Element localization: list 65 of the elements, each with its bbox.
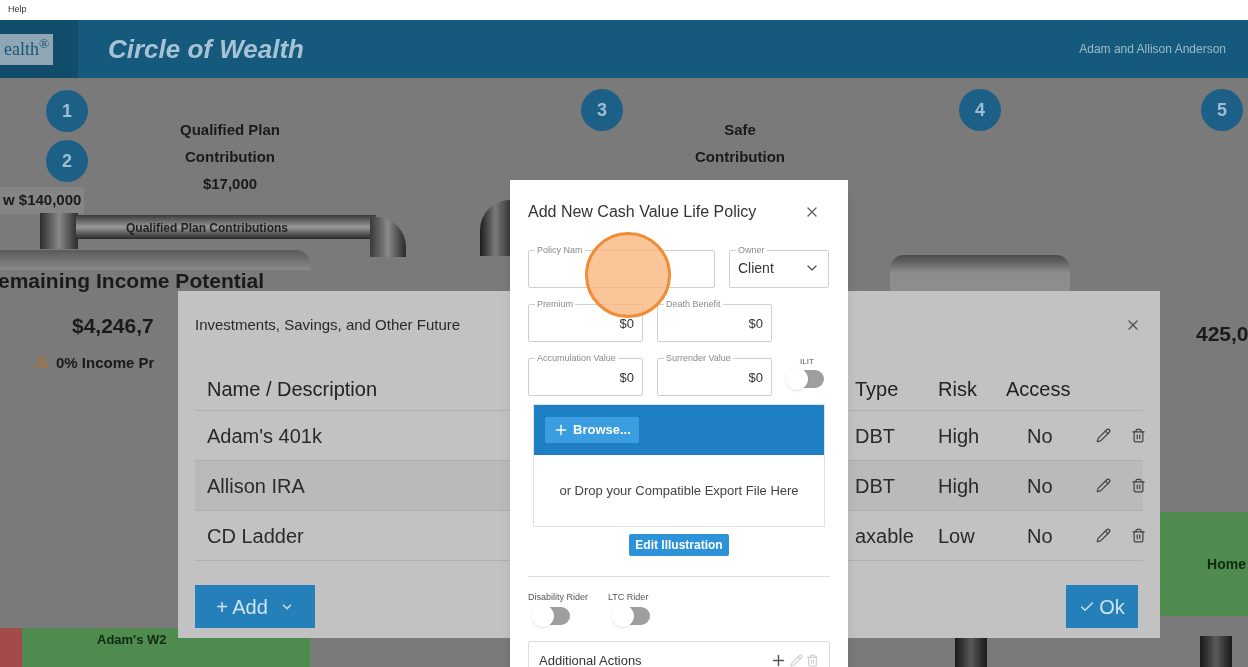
step-badge[interactable]: 5	[1201, 89, 1243, 131]
contribution-label: $17,000	[202, 174, 258, 194]
table-cell-text: CD Ladder	[207, 523, 304, 549]
edit-icon[interactable]	[1096, 478, 1111, 493]
amount-label: 425,0	[1196, 321, 1248, 347]
table-cell-text: DBT	[855, 423, 896, 449]
income-warning: 0% Income Pr	[56, 353, 155, 373]
remaining-income-amount: $4,246,7	[72, 313, 154, 339]
file-drop-area[interactable]: Browse... or Drop your Compatible Export File Here	[533, 404, 825, 528]
ok-button[interactable]: Ok	[1066, 585, 1138, 628]
browse-button[interactable]: Browse...	[545, 417, 639, 443]
step-badge[interactable]: 3	[581, 89, 623, 131]
logo: ealth$^{®}$	[0, 33, 54, 65]
menu-item[interactable]: Help	[8, 3, 27, 17]
toggle-label: ILIT	[800, 356, 814, 368]
delete-icon[interactable]	[1131, 528, 1146, 543]
table-cell-text: No	[1026, 523, 1054, 549]
toggle-label: Disability Rider	[528, 590, 589, 604]
table-cell-text: DBT	[855, 473, 896, 499]
table-cell-text: No	[1026, 473, 1054, 499]
surrender-value-field[interactable]: Surrender Value $0	[657, 354, 772, 396]
pipe-drawing	[955, 636, 987, 667]
delete-icon[interactable]	[1131, 428, 1146, 443]
accumulation-value-field[interactable]: Accumulation Value $0	[528, 354, 643, 396]
table-cell-text: No	[1026, 423, 1054, 449]
column-header: Access	[1006, 376, 1071, 402]
step-badge[interactable]: 1	[46, 90, 88, 132]
drop-hint: or Drop your Compatible Export File Here	[559, 481, 799, 500]
owner-select[interactable]: Owner Client	[729, 246, 829, 288]
contribution-label: Safe	[724, 120, 756, 140]
toggle-label: LTC Rider	[608, 590, 649, 604]
contribution-label: Contribution	[185, 147, 275, 167]
delete-icon[interactable]	[1131, 478, 1146, 493]
column-header: Type	[855, 376, 899, 402]
home-label: Home	[1207, 554, 1246, 574]
w2-label: Adam's W2	[97, 631, 167, 649]
income-amount: w $140,000	[0, 187, 85, 214]
table-cell-text: High	[938, 473, 981, 499]
add-button[interactable]: + Add	[195, 585, 315, 628]
column-header: Name / Description	[207, 376, 378, 402]
bar-segment	[0, 628, 22, 667]
pipe-drawing	[1200, 636, 1232, 667]
table-cell-text: Low	[938, 523, 976, 549]
dialog-title: Add New Cash Value Life Policy	[528, 202, 757, 222]
panel-title: Additional Actions	[539, 651, 642, 667]
contribution-label: Contribution	[695, 147, 785, 167]
edit-icon[interactable]	[1096, 528, 1111, 543]
pipe-label: Qualified Plan Contributions	[126, 220, 288, 237]
warning-icon	[35, 355, 49, 369]
table-cell-text: Adam's 401k	[207, 423, 322, 449]
edit-icon[interactable]	[1096, 428, 1111, 443]
plus-icon	[553, 422, 569, 438]
client-name: Adam and Allison Anderson	[1079, 41, 1226, 58]
pipe-drawing	[480, 200, 510, 256]
step-badge[interactable]: 2	[46, 140, 88, 182]
table-cell-text: High	[938, 423, 981, 449]
app-title: Circle of Wealth	[108, 32, 304, 66]
dialog-title: Investments, Savings, and Other Future	[195, 314, 461, 335]
step-badge[interactable]: 4	[959, 89, 1001, 131]
table-cell-text: axable	[855, 523, 915, 549]
contribution-label: Qualified Plan	[180, 120, 280, 140]
table-cell-text: Allison IRA	[207, 473, 305, 499]
column-header: Risk	[938, 376, 977, 402]
plus-icon[interactable]	[770, 652, 787, 667]
edit-illustration-button[interactable]: Edit Illustration	[629, 534, 729, 556]
